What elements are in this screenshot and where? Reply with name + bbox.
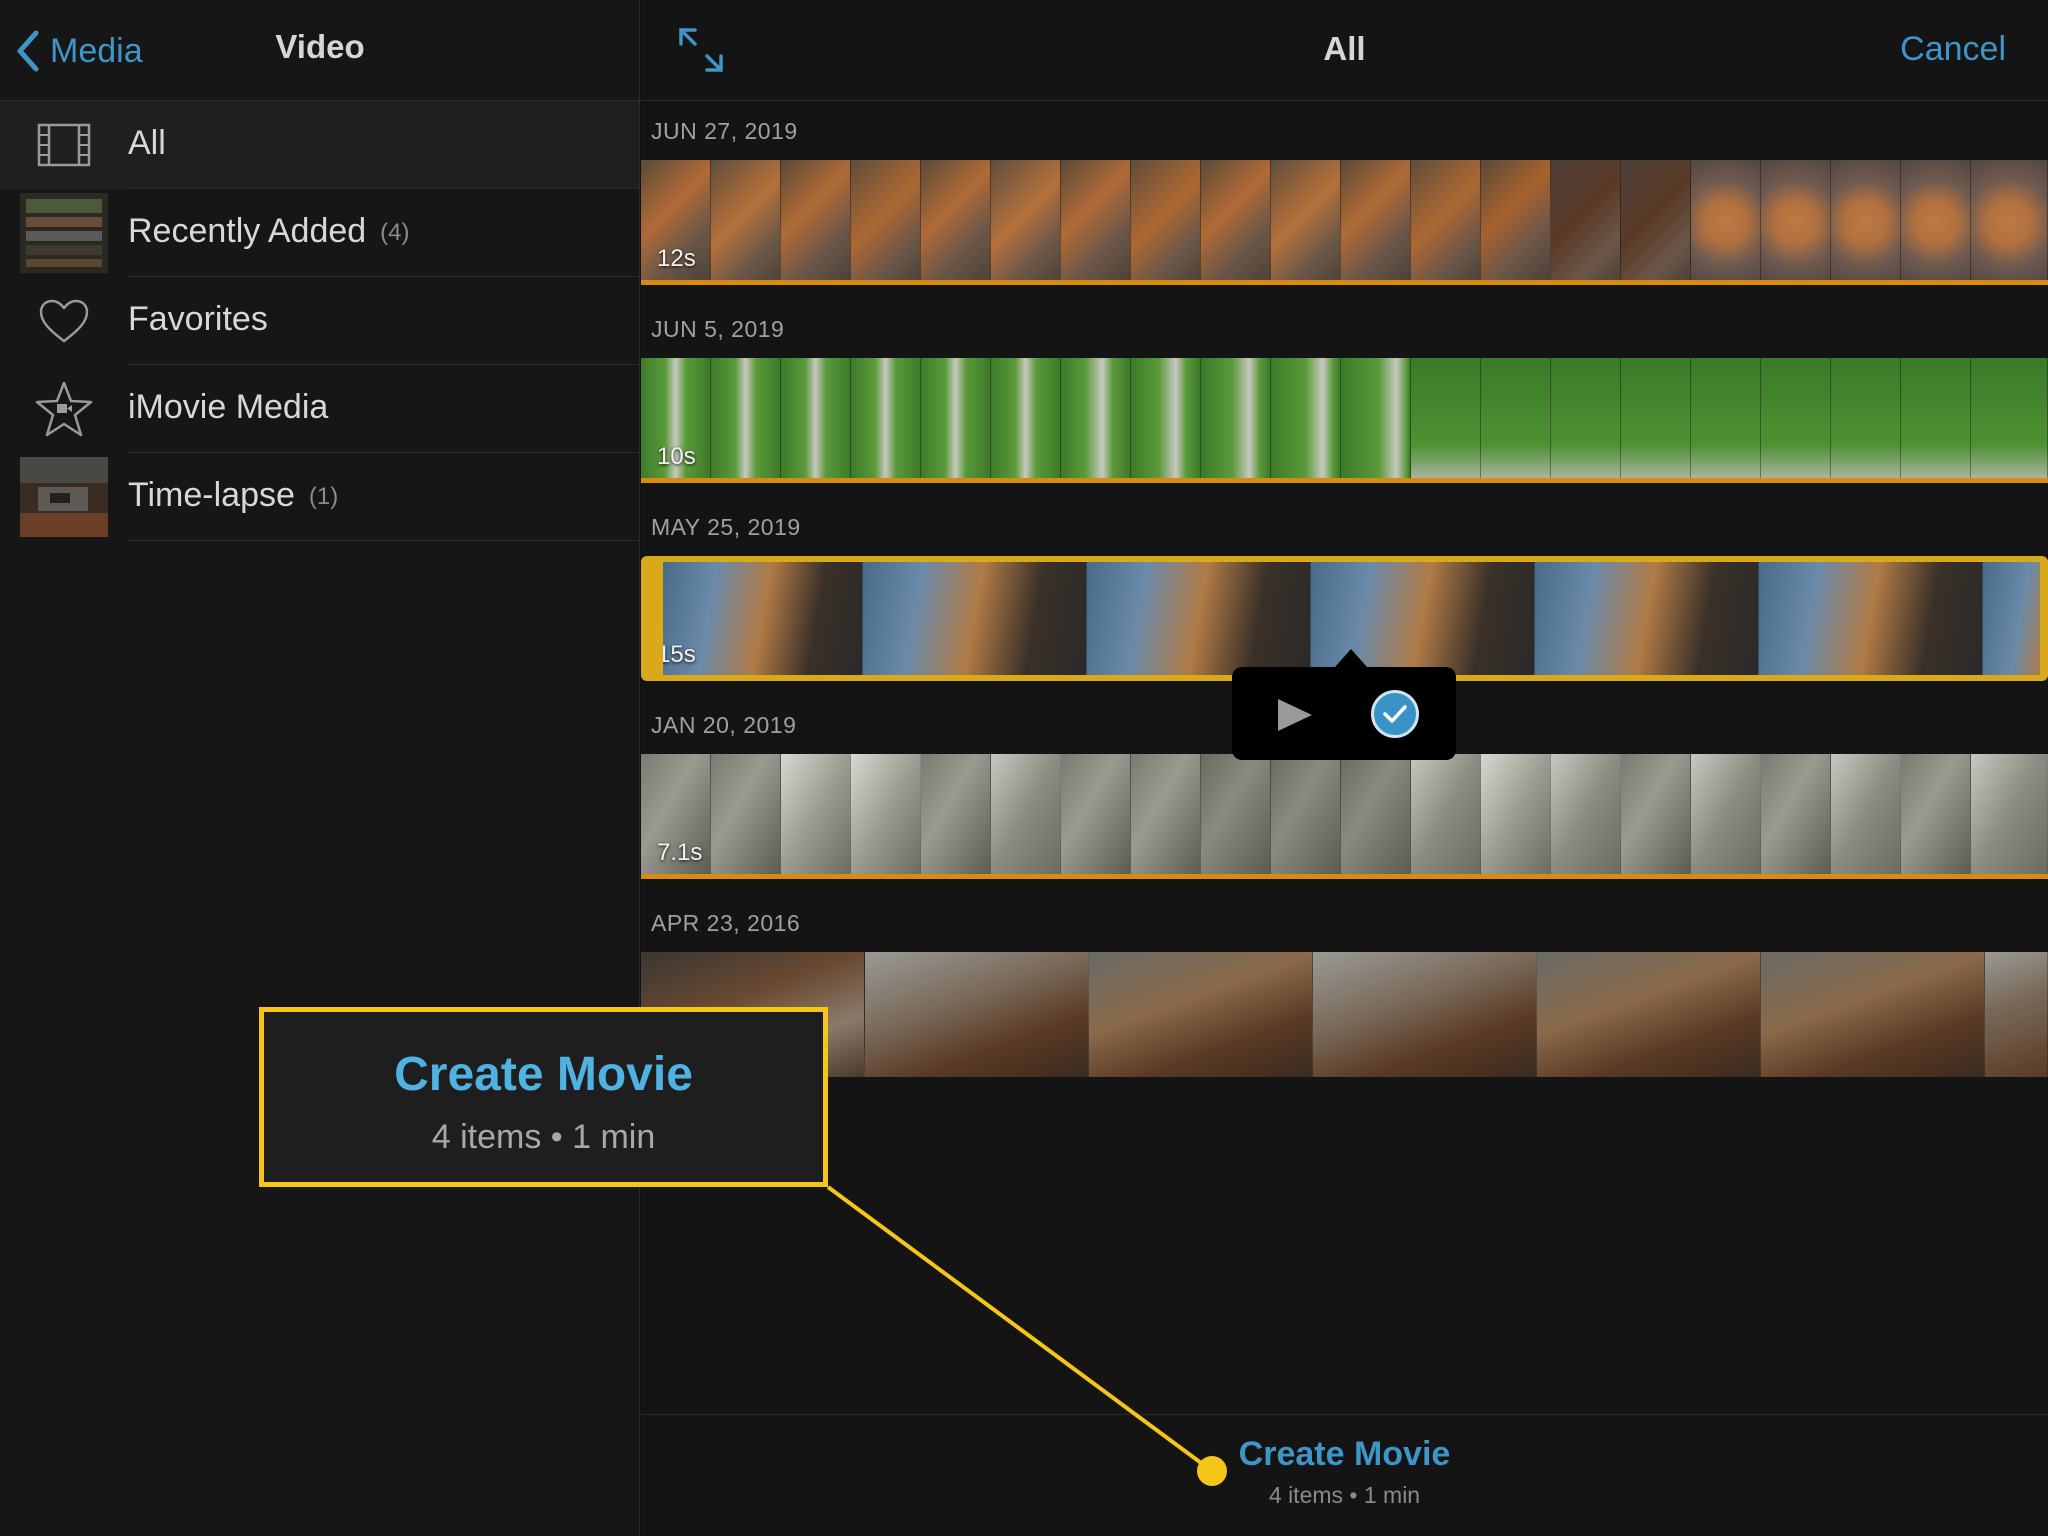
video-clip[interactable]: 10s <box>641 358 2048 483</box>
date-header: JUN 27, 2019 <box>651 118 798 144</box>
star-icon <box>20 365 108 453</box>
library-sidebar: Media Video All Recently Added (4) Favor… <box>0 0 640 1536</box>
select-clip-button[interactable] <box>1371 690 1419 738</box>
date-header: MAY 25, 2019 <box>651 514 801 540</box>
callout-box: Create Movie 4 items • 1 min <box>259 1007 828 1187</box>
clip-used-bar <box>641 280 2048 285</box>
callout-title: Create Movie <box>394 1048 693 1101</box>
library-item-label: All <box>128 124 166 163</box>
library-item-label: Recently Added (4) <box>128 212 410 251</box>
checkmark-icon <box>1383 705 1407 723</box>
browser-header: All Cancel <box>641 0 2048 101</box>
library-item-favorites[interactable]: Favorites <box>0 277 639 365</box>
heart-icon <box>20 277 108 365</box>
library-list: All Recently Added (4) Favorites iMovie … <box>0 101 639 541</box>
library-item-label: Time-lapse (1) <box>128 476 338 515</box>
video-clip[interactable]: 7.1s <box>641 754 2048 879</box>
library-item-imovie-media-text: iMovie Media <box>128 388 329 426</box>
library-item-all-text: All <box>128 124 166 162</box>
item-count: (4) <box>380 219 410 246</box>
video-browser: All Cancel JUN 27, 2019 12s JUN 5, 2019 … <box>641 0 2048 1536</box>
library-item-favorites-text: Favorites <box>128 300 268 338</box>
clip-duration: 7.1s <box>657 839 703 866</box>
play-button[interactable] <box>1272 693 1316 737</box>
imovie-media-browser: Media Video All Recently Added (4) Favor… <box>0 0 2048 1536</box>
clip-used-bar <box>641 478 2048 483</box>
sidebar-header: Media Video <box>0 0 639 101</box>
date-header: JUN 5, 2019 <box>651 316 785 342</box>
clip-filmstrip <box>641 160 2048 285</box>
clip-duration: 15s <box>657 641 696 668</box>
date-header: JAN 20, 2019 <box>651 712 797 738</box>
create-movie-label: Create Movie <box>1238 1435 1451 1473</box>
video-clip[interactable]: 12s <box>641 160 2048 285</box>
library-item-time-lapse-text: Time-lapse <box>128 476 295 514</box>
library-item-imovie-media[interactable]: iMovie Media <box>0 365 639 453</box>
clip-action-popover <box>1232 649 1456 760</box>
library-item-label: Favorites <box>128 300 268 339</box>
time-lapse-thumbnail <box>20 457 108 537</box>
library-item-recently-added-text: Recently Added <box>128 212 367 250</box>
selection-summary: 4 items • 1 min <box>1268 1482 1421 1508</box>
film-strip-icon <box>20 101 108 189</box>
library-item-label: iMovie Media <box>128 388 328 427</box>
date-header: APR 23, 2016 <box>651 910 801 936</box>
recently-added-thumbnail <box>20 193 108 273</box>
library-item-recently-added[interactable]: Recently Added (4) <box>0 189 639 277</box>
play-icon <box>1278 699 1312 731</box>
sidebar-title: Video <box>0 28 640 66</box>
library-item-all[interactable]: All <box>0 101 639 189</box>
clip-duration: 12s <box>657 245 696 272</box>
library-item-time-lapse[interactable]: Time-lapse (1) <box>0 453 639 541</box>
callout-summary: 4 items • 1 min <box>431 1118 656 1156</box>
create-movie-button[interactable]: Create Movie 4 items • 1 min <box>641 1435 2048 1509</box>
clip-filmstrip <box>641 358 2048 483</box>
clip-duration: 10s <box>657 443 696 470</box>
item-count: (1) <box>308 483 339 510</box>
clip-filmstrip <box>641 952 2048 1077</box>
cancel-button[interactable]: Cancel <box>1900 30 2006 69</box>
browser-title: All <box>1323 30 1366 67</box>
video-clip[interactable] <box>641 952 2048 1077</box>
clip-used-bar <box>641 874 2048 879</box>
bottom-toolbar: Create Movie 4 items • 1 min <box>641 1414 2048 1536</box>
clip-filmstrip <box>641 754 2048 879</box>
sidebar-title-text: Video <box>275 28 365 65</box>
